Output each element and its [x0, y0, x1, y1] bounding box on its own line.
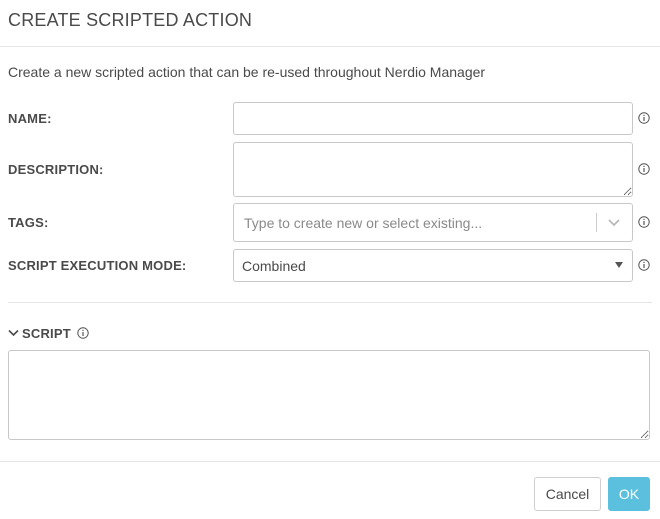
- script-section-label: SCRIPT: [22, 325, 71, 341]
- cancel-button[interactable]: Cancel: [534, 477, 601, 511]
- tags-info-icon[interactable]: [638, 216, 650, 228]
- execution-mode-label: SCRIPT EXECUTION MODE:: [8, 258, 187, 273]
- section-divider: [8, 302, 652, 303]
- tags-separator: [596, 213, 597, 232]
- dialog-header: CREATE SCRIPTED ACTION: [0, 0, 660, 47]
- dialog-title: CREATE SCRIPTED ACTION: [8, 10, 253, 30]
- execution-mode-select[interactable]: Combined: [233, 249, 633, 282]
- ok-button[interactable]: OK: [608, 477, 650, 511]
- chevron-down-icon: [8, 329, 19, 337]
- description-label: DESCRIPTION:: [8, 162, 104, 177]
- name-info-icon[interactable]: [638, 112, 650, 124]
- name-input[interactable]: [233, 102, 633, 135]
- caret-down-icon: [615, 262, 623, 268]
- description-info-icon[interactable]: [638, 163, 650, 175]
- tags-label: TAGS:: [8, 215, 49, 230]
- create-scripted-action-dialog: CREATE SCRIPTED ACTION Create a new scri…: [0, 0, 660, 519]
- script-info-icon[interactable]: [77, 327, 89, 339]
- chevron-down-icon[interactable]: [607, 217, 621, 227]
- execution-mode-info-icon[interactable]: [638, 259, 650, 271]
- dialog-footer: Cancel OK: [0, 461, 660, 519]
- dialog-intro-text: Create a new scripted action that can be…: [8, 64, 486, 80]
- execution-mode-value: Combined: [242, 258, 306, 274]
- description-textarea[interactable]: [233, 142, 633, 197]
- tags-input[interactable]: [235, 205, 593, 240]
- script-section-toggle[interactable]: SCRIPT: [8, 325, 89, 341]
- tags-select[interactable]: [233, 203, 633, 242]
- name-label: NAME:: [8, 111, 52, 126]
- script-textarea[interactable]: [8, 350, 650, 440]
